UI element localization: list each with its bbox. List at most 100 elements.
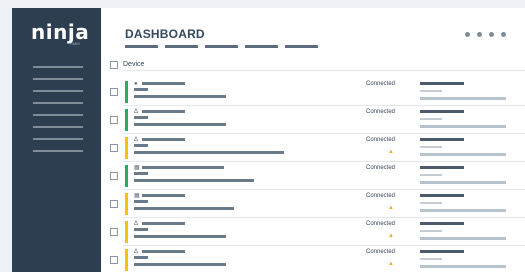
row-checkbox[interactable] [110, 256, 118, 264]
sidebar-item-5[interactable] [33, 114, 83, 116]
row-checkbox[interactable] [110, 200, 118, 208]
device-detail-line [134, 172, 148, 175]
device-info-line [420, 250, 464, 253]
device-info-line [420, 125, 506, 128]
row-checkbox[interactable] [110, 144, 118, 152]
device-detail-line [134, 228, 148, 231]
device-info-line [420, 153, 506, 156]
select-all-checkbox[interactable] [110, 61, 118, 69]
sidebar-item-6[interactable] [33, 126, 83, 128]
device-detail-line [134, 116, 148, 119]
status-indicator [125, 165, 128, 187]
status-indicator [125, 81, 128, 103]
connection-status: Connected [366, 221, 396, 227]
device-detail-line [142, 82, 185, 85]
tab-1[interactable] [125, 45, 158, 48]
sidebar-item-2[interactable] [33, 78, 83, 80]
device-info-line [420, 166, 464, 169]
device-info-line [420, 237, 506, 240]
table-row[interactable]: ▦ Connected [101, 162, 525, 190]
linux-icon: Δ [134, 221, 139, 227]
device-detail-line [134, 235, 226, 238]
device-detail-line [134, 179, 254, 182]
tab-2[interactable] [165, 45, 198, 48]
device-detail-line [142, 194, 185, 197]
device-detail-line [134, 207, 234, 210]
more-dot-icon[interactable] [501, 32, 506, 37]
connection-status: Connected [366, 193, 396, 199]
device-info-line [420, 138, 464, 141]
windows-icon: ▦ [134, 165, 140, 171]
status-indicator [125, 249, 128, 271]
table-row[interactable]: Δ Connected [101, 106, 525, 134]
sidebar-item-7[interactable] [33, 138, 83, 140]
more-dot-icon[interactable] [489, 32, 494, 37]
device-detail-line [142, 110, 185, 113]
device-detail-line [134, 123, 226, 126]
device-info-line [420, 265, 506, 268]
app-window: ninja RMM DASHBOARD Device ● Connected Δ Co… [12, 8, 525, 272]
connection-status: Connected [366, 137, 396, 143]
table-row[interactable]: ● Connected [101, 78, 525, 106]
sidebar-item-8[interactable] [33, 150, 83, 152]
device-info-line [420, 118, 442, 120]
logo-subtext: RMM [70, 41, 80, 46]
device-info-line [420, 97, 506, 100]
device-detail-line [142, 222, 185, 225]
device-detail-line [142, 250, 185, 253]
sidebar-item-3[interactable] [33, 90, 83, 92]
device-info-line [420, 90, 442, 92]
table-row[interactable]: ▦ Connected ▲ [101, 190, 525, 218]
linux-icon: Δ [134, 137, 139, 143]
device-info-line [420, 222, 464, 225]
warning-icon: ▲ [388, 261, 394, 267]
device-info-line [420, 82, 464, 85]
row-checkbox[interactable] [110, 88, 118, 96]
connection-status: Connected [366, 109, 396, 115]
device-detail-line [134, 151, 284, 154]
status-indicator [125, 221, 128, 243]
tab-3[interactable] [205, 45, 238, 48]
device-detail-line [134, 200, 148, 203]
device-info-line [420, 194, 464, 197]
row-checkbox[interactable] [110, 228, 118, 236]
page-title: DASHBOARD [125, 27, 205, 41]
table-row[interactable]: Δ Connected ▲ [101, 218, 525, 246]
device-detail-line [134, 88, 148, 91]
tab-5[interactable] [285, 45, 318, 48]
sidebar-item-1[interactable] [33, 66, 83, 68]
device-info-line [420, 181, 506, 184]
apple-icon: ● [134, 81, 138, 87]
device-detail-line [142, 138, 185, 141]
device-info-line [420, 202, 442, 204]
device-info-line [420, 209, 506, 212]
connection-status: Connected [366, 81, 396, 87]
warning-icon: ▲ [388, 205, 394, 211]
sidebar-item-4[interactable] [33, 102, 83, 104]
row-checkbox[interactable] [110, 172, 118, 180]
tab-4[interactable] [245, 45, 278, 48]
device-info-line [420, 146, 442, 148]
column-header-device[interactable]: Device [123, 60, 144, 69]
main-content: DASHBOARD Device ● Connected Δ Connected Δ Co… [101, 8, 525, 272]
connection-status: Connected [366, 165, 396, 171]
windows-icon: ▦ [134, 193, 140, 199]
device-info-line [420, 258, 442, 260]
row-checkbox[interactable] [110, 116, 118, 124]
device-detail-line [134, 256, 148, 259]
device-info-line [420, 230, 442, 232]
warning-icon: ▲ [388, 233, 394, 239]
more-dot-icon[interactable] [465, 32, 470, 37]
table-row[interactable]: Δ Connected ▲ [101, 134, 525, 162]
table-row[interactable]: Δ Connected ▲ [101, 246, 525, 272]
device-info-line [420, 174, 442, 176]
linux-icon: Δ [134, 109, 139, 115]
device-detail-line [134, 263, 226, 266]
connection-status: Connected [366, 249, 396, 255]
sidebar: ninja RMM [12, 8, 101, 272]
device-detail-line [134, 144, 148, 147]
logo: ninja [31, 20, 90, 44]
more-dot-icon[interactable] [477, 32, 482, 37]
linux-icon: Δ [134, 249, 139, 255]
warning-icon: ▲ [388, 149, 394, 155]
